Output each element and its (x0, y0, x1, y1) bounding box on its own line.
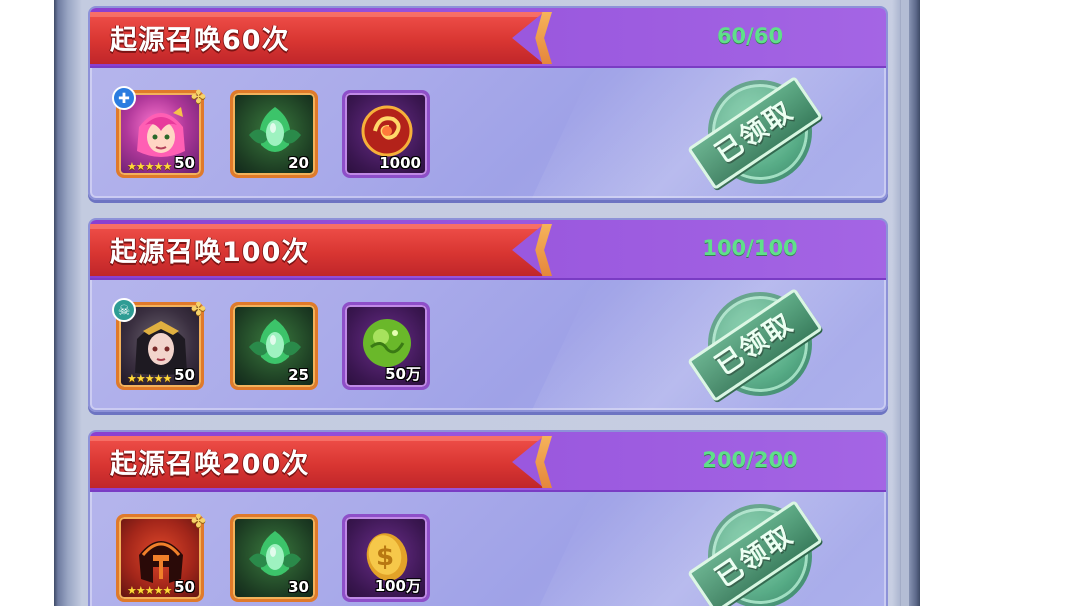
reward-hero[interactable]: ☠ ✤ ★★★★★ 50 (112, 298, 206, 390)
task-card-body: 起源召唤200次 200/200 ✤ ★★★★★ 50 30 $ 100万 已领… (88, 430, 888, 606)
reward-count: 50 (174, 154, 195, 172)
reward-count: 50万 (385, 365, 421, 383)
task-progress: 60/60 (716, 24, 784, 48)
task-header: 起源召唤200次 200/200 (90, 432, 886, 492)
claimed-label: 已领取 (709, 95, 800, 170)
puzzle-piece-icon: ✤ (190, 87, 206, 108)
reward-count: 1000 (379, 154, 421, 172)
task-progress: 100/100 (702, 236, 798, 260)
task-header: 起源召唤60次 60/60 (90, 8, 886, 68)
star-rating: ★★★★★ (127, 372, 172, 385)
svg-text:$: $ (376, 542, 394, 572)
reward-count: 20 (288, 154, 309, 172)
claimed-stamp: 已领取 (686, 70, 823, 198)
task-card-100: 起源召唤100次 100/100 ☠ ✤ ★★★★★ 50 25 50万 已领取 (88, 218, 888, 412)
claimed-stamp: 已领取 (686, 494, 823, 606)
reward-hero[interactable]: ✚ ✤ ★★★★★ 50 (112, 86, 206, 178)
reward-count: 25 (288, 366, 309, 384)
reward-count: 100万 (374, 577, 421, 595)
reward-count: 50 (174, 578, 195, 596)
reward-hero[interactable]: ✤ ★★★★★ 50 (116, 511, 206, 602)
task-header: 起源召唤100次 100/100 (90, 220, 886, 280)
task-card-body: 起源召唤100次 100/100 ☠ ✤ ★★★★★ 50 25 50万 已领取 (88, 218, 888, 412)
reward-panel: 起源召唤60次 60/60 ✚ ✤ ★★★★★ 50 20 1000 已领取 起… (54, 0, 920, 606)
reward-item[interactable]: 20 (230, 90, 318, 178)
reward-count: 30 (288, 578, 309, 596)
stamp-seal (708, 80, 812, 184)
star-rating: ★★★★★ (127, 584, 172, 597)
claimed-stamp: 已领取 (686, 282, 823, 410)
claimed-label: 已领取 (709, 307, 800, 382)
star-rating: ★★★★★ (127, 160, 172, 173)
task-card-60: 起源召唤60次 60/60 ✚ ✤ ★★★★★ 50 20 1000 已领取 (88, 6, 888, 200)
reward-item[interactable]: 25 (230, 302, 318, 390)
stamp-banner: 已领取 (687, 287, 823, 403)
task-card-200: 起源召唤200次 200/200 ✤ ★★★★★ 50 30 $ 100万 已领… (88, 430, 888, 606)
reward-item[interactable]: 30 (230, 514, 318, 602)
scrollbar-track[interactable] (900, 0, 909, 606)
claimed-label: 已领取 (709, 519, 800, 594)
task-progress: 200/200 (702, 448, 798, 472)
stamp-banner: 已领取 (687, 499, 823, 606)
reward-item[interactable]: $ 100万 (342, 514, 430, 602)
task-title: 起源召唤100次 (110, 237, 310, 268)
reward-item[interactable]: 50万 (342, 302, 430, 390)
task-title: 起源召唤200次 (110, 449, 310, 480)
stamp-seal (708, 504, 812, 606)
reward-count: 50 (174, 366, 195, 384)
reward-item[interactable]: 1000 (342, 90, 430, 178)
stamp-banner: 已领取 (687, 75, 823, 191)
task-title: 起源召唤60次 (110, 25, 290, 56)
puzzle-piece-icon: ✤ (190, 511, 206, 532)
puzzle-piece-icon: ✤ (190, 299, 206, 320)
red-swirl-orb-icon (361, 105, 413, 157)
task-card-body: 起源召唤60次 60/60 ✚ ✤ ★★★★★ 50 20 1000 已领取 (88, 6, 888, 200)
stamp-seal (708, 292, 812, 396)
